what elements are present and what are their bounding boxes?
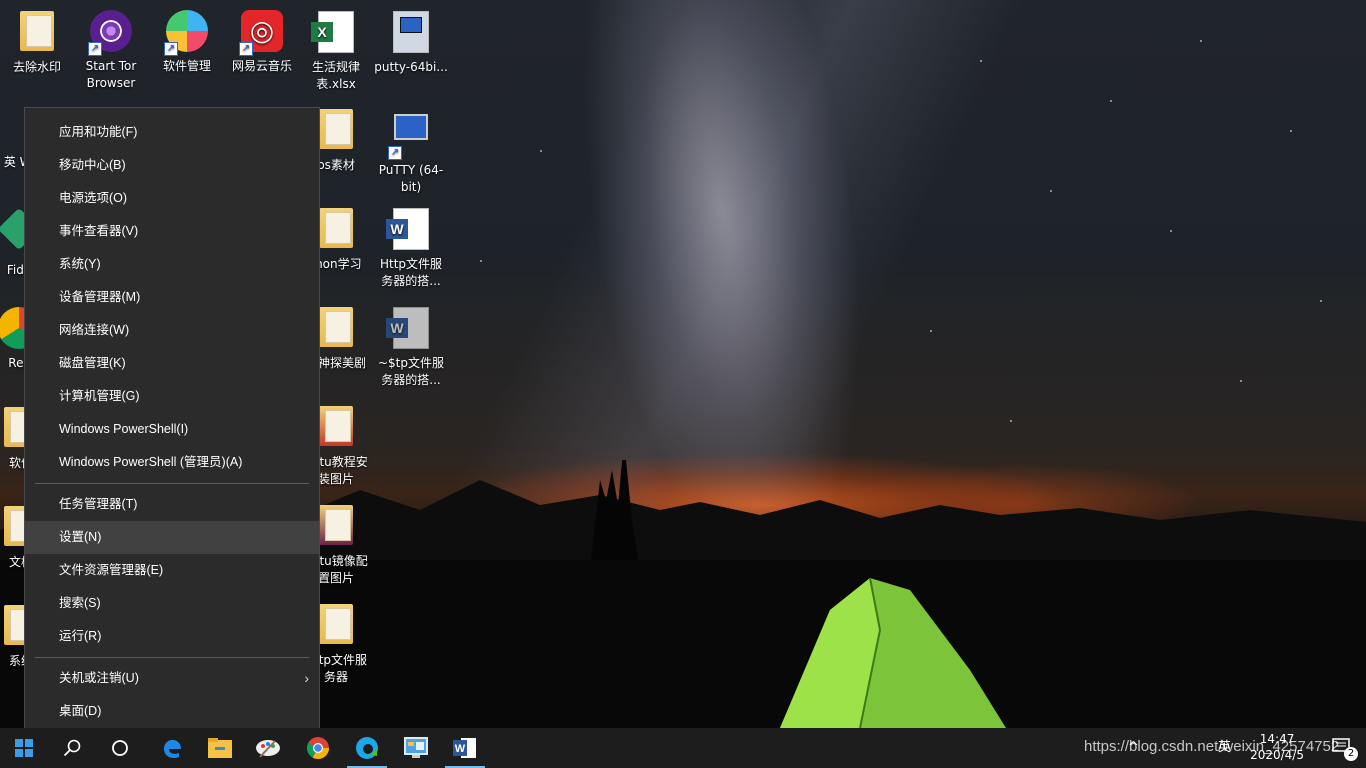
taskbar-app-paint[interactable] xyxy=(244,728,292,768)
menu-item-shutdown-signout[interactable]: 关机或注销(U) › xyxy=(25,662,319,695)
search-button[interactable] xyxy=(48,728,96,768)
word-file-icon: W xyxy=(386,208,434,254)
folder-icon xyxy=(14,11,60,57)
menu-item-run[interactable]: 运行(R) xyxy=(25,620,319,653)
menu-separator xyxy=(35,657,309,658)
desktop-icon[interactable]: W ~$tp文件服务器的搭... xyxy=(374,304,448,389)
word-icon: W xyxy=(453,738,476,758)
desktop-icon-label: ps素材 xyxy=(317,158,355,172)
desktop-icon[interactable]: ↗ PuTTY (64-bit) xyxy=(374,106,448,196)
edge-chromium-icon xyxy=(356,737,378,759)
taskbar-app-edge-chromium[interactable] xyxy=(343,728,391,768)
tent xyxy=(780,577,1006,728)
start-button[interactable] xyxy=(0,728,48,768)
menu-item-power-options[interactable]: 电源选项(O) xyxy=(25,182,319,215)
menu-item-mobility-center[interactable]: 移动中心(B) xyxy=(25,149,319,182)
word-temp-file-icon: W xyxy=(386,307,434,353)
menu-item-disk-management[interactable]: 磁盘管理(K) xyxy=(25,347,319,380)
putty-icon: ↗ xyxy=(388,114,434,160)
menu-item-task-manager[interactable]: 任务管理器(T) xyxy=(25,488,319,521)
desktop-icon[interactable]: W Http文件服务器的搭... xyxy=(374,205,448,290)
menu-item-settings[interactable]: 设置(N) xyxy=(25,521,319,554)
chrome-icon xyxy=(307,737,329,759)
taskbar-app-word[interactable]: W xyxy=(441,728,489,768)
desktop-icon[interactable]: putty-64bi... xyxy=(374,8,448,76)
excel-file-icon: X xyxy=(311,11,359,57)
search-icon xyxy=(63,739,81,757)
task-view-button[interactable] xyxy=(96,728,144,768)
menu-separator xyxy=(35,483,309,484)
taskbar-app-file-explorer[interactable] xyxy=(196,728,244,768)
desktop-icon[interactable]: X 生活规律表.xlsx xyxy=(299,8,373,93)
putty-installer-icon xyxy=(388,11,434,57)
desktop-icon[interactable]: ↗ 软件管理 xyxy=(150,8,224,75)
control-panel-icon xyxy=(404,737,428,758)
menu-item-file-explorer[interactable]: 文件资源管理器(E) xyxy=(25,554,319,587)
watermark-text: https://blog.csdn.net/weixin_42574752 xyxy=(1084,738,1340,755)
menu-item-powershell[interactable]: Windows PowerShell(I) xyxy=(25,413,319,446)
paint-icon xyxy=(256,740,280,758)
netease-music-icon: ◎ ↗ xyxy=(239,10,285,56)
menu-item-desktop[interactable]: 桌面(D) xyxy=(25,695,319,728)
desktop-icon-label: 软件管理 xyxy=(162,59,211,73)
menu-item-search[interactable]: 搜索(S) xyxy=(25,587,319,620)
desktop-icon-label: ~$tp文件服务器的搭... xyxy=(377,356,444,387)
menu-item-computer-management[interactable]: 计算机管理(G) xyxy=(25,380,319,413)
file-explorer-icon xyxy=(208,738,232,758)
notification-count-badge: 2 xyxy=(1344,747,1358,761)
menu-item-device-manager[interactable]: 设备管理器(M) xyxy=(25,281,319,314)
software-manager-icon: ↗ xyxy=(164,10,210,56)
taskbar-app-chrome[interactable] xyxy=(294,728,342,768)
tor-browser-icon: ↗ xyxy=(88,10,134,56)
desktop-icon-label: Http文件服务器的搭... xyxy=(379,257,443,288)
menu-item-event-viewer[interactable]: 事件查看器(V) xyxy=(25,215,319,248)
menu-item-network-connections[interactable]: 网络连接(W) xyxy=(25,314,319,347)
desktop-icon-label: Start Tor Browser xyxy=(85,59,137,90)
taskbar-app-control-panel[interactable] xyxy=(392,728,440,768)
menu-item-system[interactable]: 系统(Y) xyxy=(25,248,319,281)
menu-item-powershell-admin[interactable]: Windows PowerShell (管理员)(A) xyxy=(25,446,319,479)
start-icon xyxy=(15,739,33,757)
desktop-icon[interactable]: 去除水印 xyxy=(0,8,74,76)
desktop-icon[interactable]: ↗ Start Tor Browser xyxy=(74,8,148,92)
menu-item-apps-features[interactable]: 应用和功能(F) xyxy=(25,116,319,149)
desktop-icon-label: 网易云音乐 xyxy=(231,59,292,73)
desktop-icon[interactable]: ◎ ↗ 网易云音乐 xyxy=(225,8,299,75)
desktop-icon-label: 去除水印 xyxy=(12,60,61,74)
winx-context-menu: 应用和功能(F) 移动中心(B) 电源选项(O) 事件查看器(V) 系统(Y) … xyxy=(24,107,320,735)
task-view-icon xyxy=(112,740,128,756)
desktop-icon-label: 生活规律表.xlsx xyxy=(311,60,360,91)
svg-text:W: W xyxy=(455,743,466,755)
taskbar-app-edge[interactable] xyxy=(148,728,196,768)
chevron-right-icon: › xyxy=(304,670,309,686)
desktop-icon-label: putty-64bi... xyxy=(374,60,448,74)
edge-icon xyxy=(164,739,181,759)
menu-item-label: 关机或注销(U) xyxy=(59,671,139,685)
desktop-icon-label: PuTTY (64-bit) xyxy=(378,163,444,194)
